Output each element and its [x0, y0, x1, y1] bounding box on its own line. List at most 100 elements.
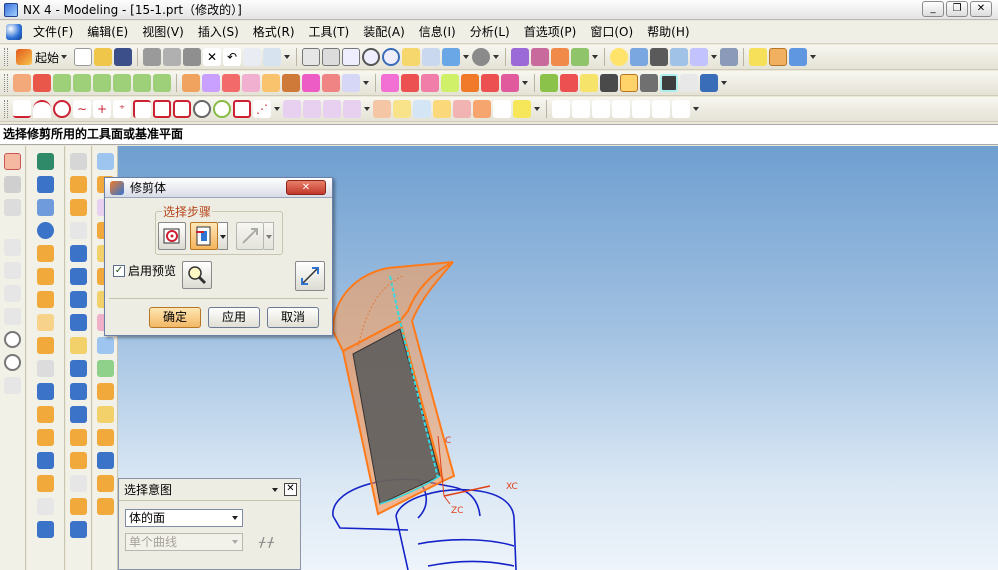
chevron-down-icon[interactable] — [363, 81, 369, 85]
enable-preview-row[interactable]: ✓ 启用预览 — [113, 262, 176, 279]
revolve-icon[interactable] — [33, 74, 51, 92]
copy-icon[interactable] — [163, 48, 182, 66]
blue-step-icon[interactable] — [70, 383, 87, 400]
circle-center-icon[interactable] — [4, 331, 21, 348]
reverse-direction-button[interactable] — [295, 261, 325, 291]
line-through-icon[interactable] — [4, 262, 21, 279]
orient-view-icon[interactable] — [442, 48, 461, 66]
lightbulb-icon[interactable] — [610, 48, 629, 66]
sew-icon[interactable] — [282, 74, 300, 92]
pad-icon[interactable] — [113, 74, 131, 92]
spline-icon[interactable]: ∼ — [73, 100, 91, 118]
delete-icon[interactable]: ✕ — [203, 48, 222, 66]
fillet-curve-icon[interactable] — [133, 100, 151, 118]
open-folder-icon[interactable] — [94, 48, 113, 66]
close-window-button[interactable]: ✕ — [970, 1, 992, 17]
selection-filter-icon[interactable] — [263, 48, 282, 66]
wcs-orient-icon[interactable] — [670, 48, 689, 66]
chevron-down-icon[interactable] — [274, 107, 280, 111]
sketch-constraint-icon[interactable] — [552, 100, 570, 118]
smooth-spline-icon[interactable] — [672, 100, 690, 118]
edit-corner-icon[interactable] — [632, 100, 650, 118]
intersect-icon[interactable] — [262, 74, 280, 92]
menu-edit[interactable]: 编辑(E) — [80, 22, 135, 42]
curve-rule-select[interactable]: 单个曲线 — [125, 533, 243, 551]
sphere-icon[interactable] — [37, 222, 54, 239]
extrude-icon[interactable] — [13, 74, 31, 92]
chamfer-tool-icon[interactable] — [37, 314, 54, 331]
chevron-down-icon[interactable] — [463, 55, 470, 59]
expressions-icon[interactable] — [700, 74, 718, 92]
update-icon[interactable] — [660, 74, 678, 92]
patch-body-icon[interactable] — [37, 521, 54, 538]
datum-axis-icon[interactable] — [70, 153, 87, 170]
enable-preview-checkbox[interactable]: ✓ — [113, 264, 125, 277]
styled-sweep-icon[interactable] — [96, 475, 114, 492]
circle-icon[interactable] — [53, 100, 71, 118]
subtract-icon[interactable] — [242, 74, 260, 92]
layer-settings-icon[interactable] — [511, 48, 530, 66]
blue-prism-icon[interactable] — [70, 268, 87, 285]
curve-tool-icon[interactable] — [4, 285, 21, 302]
menu-insert[interactable]: 插入(S) — [191, 22, 246, 42]
cross-tool-icon[interactable] — [4, 308, 21, 325]
direction-step-button[interactable] — [236, 222, 264, 250]
edit-parameters-curve-icon[interactable] — [652, 100, 670, 118]
blue-box-icon[interactable] — [70, 314, 87, 331]
pattern-icon[interactable] — [202, 74, 220, 92]
mirror-curve-icon[interactable] — [343, 100, 361, 118]
extract-curve-icon[interactable] — [413, 100, 431, 118]
ruled-icon[interactable] — [70, 475, 87, 492]
zoom-window-icon[interactable] — [322, 48, 341, 66]
edit-curve-icon[interactable] — [513, 100, 531, 118]
point-icon[interactable]: + — [93, 100, 111, 118]
global-shaping-icon[interactable] — [96, 360, 114, 377]
save-icon[interactable] — [114, 48, 133, 66]
hole-icon[interactable] — [53, 74, 71, 92]
thicken-icon[interactable] — [37, 337, 54, 354]
boss-tool-icon[interactable] — [70, 199, 87, 216]
preview-button[interactable] — [182, 261, 212, 289]
menu-information[interactable]: 信息(I) — [412, 22, 463, 42]
helix-icon[interactable] — [213, 100, 231, 118]
chevron-down-icon[interactable] — [364, 107, 370, 111]
face-blend-icon[interactable] — [96, 429, 114, 446]
chevron-down-icon[interactable] — [284, 55, 291, 59]
point-set-icon[interactable]: ⁺ — [113, 100, 131, 118]
project-curve-icon[interactable] — [303, 100, 321, 118]
selection-intent-title-bar[interactable]: 选择意图 ✕ — [119, 479, 300, 501]
chevron-down-icon[interactable] — [721, 81, 727, 85]
measure-icon[interactable] — [720, 48, 739, 66]
section-curve-icon[interactable] — [393, 100, 411, 118]
blend-icon[interactable] — [322, 74, 340, 92]
chevron-down-icon[interactable] — [534, 107, 540, 111]
edge-blend-icon[interactable] — [37, 291, 54, 308]
slot-icon[interactable] — [133, 74, 151, 92]
divide-curve-icon[interactable] — [493, 100, 511, 118]
fillet-surface-icon[interactable] — [96, 406, 114, 423]
offset-face-icon[interactable] — [421, 74, 439, 92]
edit-feature-icon[interactable] — [540, 74, 558, 92]
menu-window[interactable]: 窗口(O) — [583, 22, 640, 42]
promote-body-icon[interactable] — [37, 452, 54, 469]
boss-icon[interactable] — [73, 74, 91, 92]
dialog-title-bar[interactable]: 修剪体 ✕ — [105, 178, 332, 198]
orange-sweep-icon[interactable] — [70, 429, 87, 446]
toolbar-grip[interactable] — [4, 74, 8, 92]
tool-face-step-button[interactable] — [190, 222, 218, 250]
flange-icon[interactable] — [96, 452, 114, 469]
curve-rule-option-icons[interactable]: ᚋᚋ — [259, 535, 276, 550]
snap-icon[interactable] — [4, 176, 21, 193]
dialog-close-button[interactable]: ✕ — [286, 180, 326, 195]
ok-button[interactable]: 确定 — [149, 307, 201, 328]
render-style-icon[interactable] — [472, 48, 491, 66]
start-button[interactable]: 起始 — [12, 47, 73, 68]
text-curve-icon[interactable] — [233, 100, 251, 118]
instance-icon[interactable] — [501, 74, 519, 92]
playback-icon[interactable] — [680, 74, 698, 92]
new-file-icon[interactable] — [74, 48, 93, 66]
orange-blend-icon[interactable] — [70, 452, 87, 469]
edit-fillet-icon[interactable] — [612, 100, 630, 118]
patch-icon[interactable] — [302, 74, 320, 92]
perspective-icon[interactable] — [422, 48, 441, 66]
